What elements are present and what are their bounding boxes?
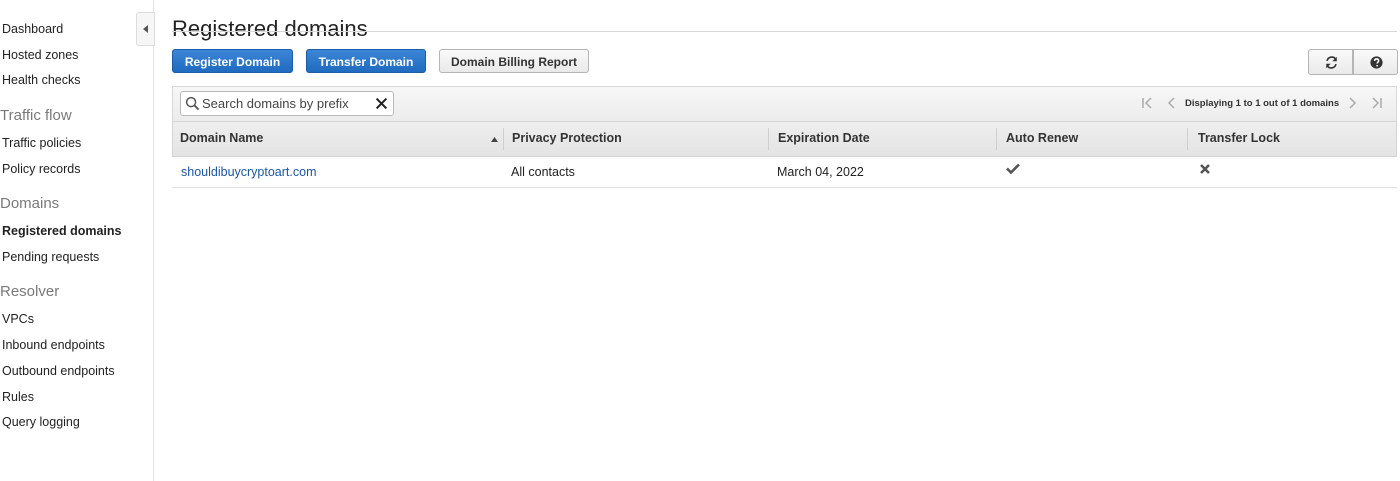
next-page-icon[interactable]: [1347, 97, 1357, 109]
sidebar-item-outbound-endpoints[interactable]: Outbound endpoints: [2, 364, 115, 378]
last-page-icon[interactable]: [1369, 97, 1383, 109]
column-divider: [1187, 128, 1188, 150]
sidebar: Dashboard Hosted zones Health checks Tra…: [0, 0, 154, 481]
column-header-transfer-lock[interactable]: Transfer Lock: [1198, 131, 1280, 145]
sidebar-item-inbound-endpoints[interactable]: Inbound endpoints: [2, 338, 105, 352]
sidebar-item-query-logging[interactable]: Query logging: [2, 415, 80, 429]
column-divider: [503, 128, 504, 150]
column-header-auto-renew[interactable]: Auto Renew: [1006, 131, 1078, 145]
sidebar-item-hosted-zones[interactable]: Hosted zones: [2, 48, 78, 62]
help-icon: [1370, 56, 1383, 69]
column-header-expiration-date[interactable]: Expiration Date: [778, 131, 870, 145]
refresh-button[interactable]: [1308, 49, 1353, 75]
search-icon: [185, 96, 200, 111]
sidebar-item-vpcs[interactable]: VPCs: [2, 312, 34, 326]
checkmark-icon: [1006, 163, 1020, 174]
help-button[interactable]: [1353, 49, 1398, 75]
refresh-icon: [1326, 56, 1337, 69]
domain-name-link[interactable]: shouldibuycryptoart.com: [181, 165, 316, 179]
sidebar-item-registered-domains[interactable]: Registered domains: [2, 224, 121, 238]
x-mark-icon: [1200, 164, 1210, 174]
sidebar-item-rules[interactable]: Rules: [2, 390, 34, 404]
sidebar-item-pending-requests[interactable]: Pending requests: [2, 250, 99, 264]
column-header-privacy-protection[interactable]: Privacy Protection: [512, 131, 622, 145]
column-header-domain-name[interactable]: Domain Name: [180, 131, 263, 145]
sidebar-item-traffic-policies[interactable]: Traffic policies: [2, 136, 81, 150]
column-divider: [996, 128, 997, 150]
sidebar-section-resolver: Resolver: [0, 283, 60, 300]
pagination-status: Displaying 1 to 1 out of 1 domains: [1185, 98, 1340, 109]
sort-ascending-icon[interactable]: [491, 137, 498, 142]
sidebar-section-domains: Domains: [0, 195, 60, 212]
sidebar-item-policy-records[interactable]: Policy records: [2, 162, 81, 176]
expiration-date-cell: March 04, 2022: [777, 165, 864, 179]
transfer-domain-button[interactable]: Transfer Domain: [306, 49, 426, 73]
sidebar-item-health-checks[interactable]: Health checks: [2, 73, 81, 87]
sidebar-item-dashboard[interactable]: Dashboard: [2, 22, 63, 36]
search-box: [180, 91, 394, 116]
chevron-left-icon: [143, 25, 148, 33]
sidebar-section-traffic-flow: Traffic flow: [0, 107, 72, 124]
register-domain-button[interactable]: Register Domain: [172, 49, 293, 73]
domain-billing-report-button[interactable]: Domain Billing Report: [439, 49, 589, 73]
title-divider: [172, 31, 1397, 32]
previous-page-icon[interactable]: [1167, 97, 1177, 109]
clear-search-icon[interactable]: [375, 97, 388, 110]
privacy-protection-cell: All contacts: [511, 165, 575, 179]
sidebar-collapse-button[interactable]: [136, 12, 155, 46]
page-title: Registered domains: [172, 15, 368, 41]
first-page-icon[interactable]: [1141, 97, 1155, 109]
search-input[interactable]: [202, 94, 370, 113]
column-divider: [768, 128, 769, 150]
